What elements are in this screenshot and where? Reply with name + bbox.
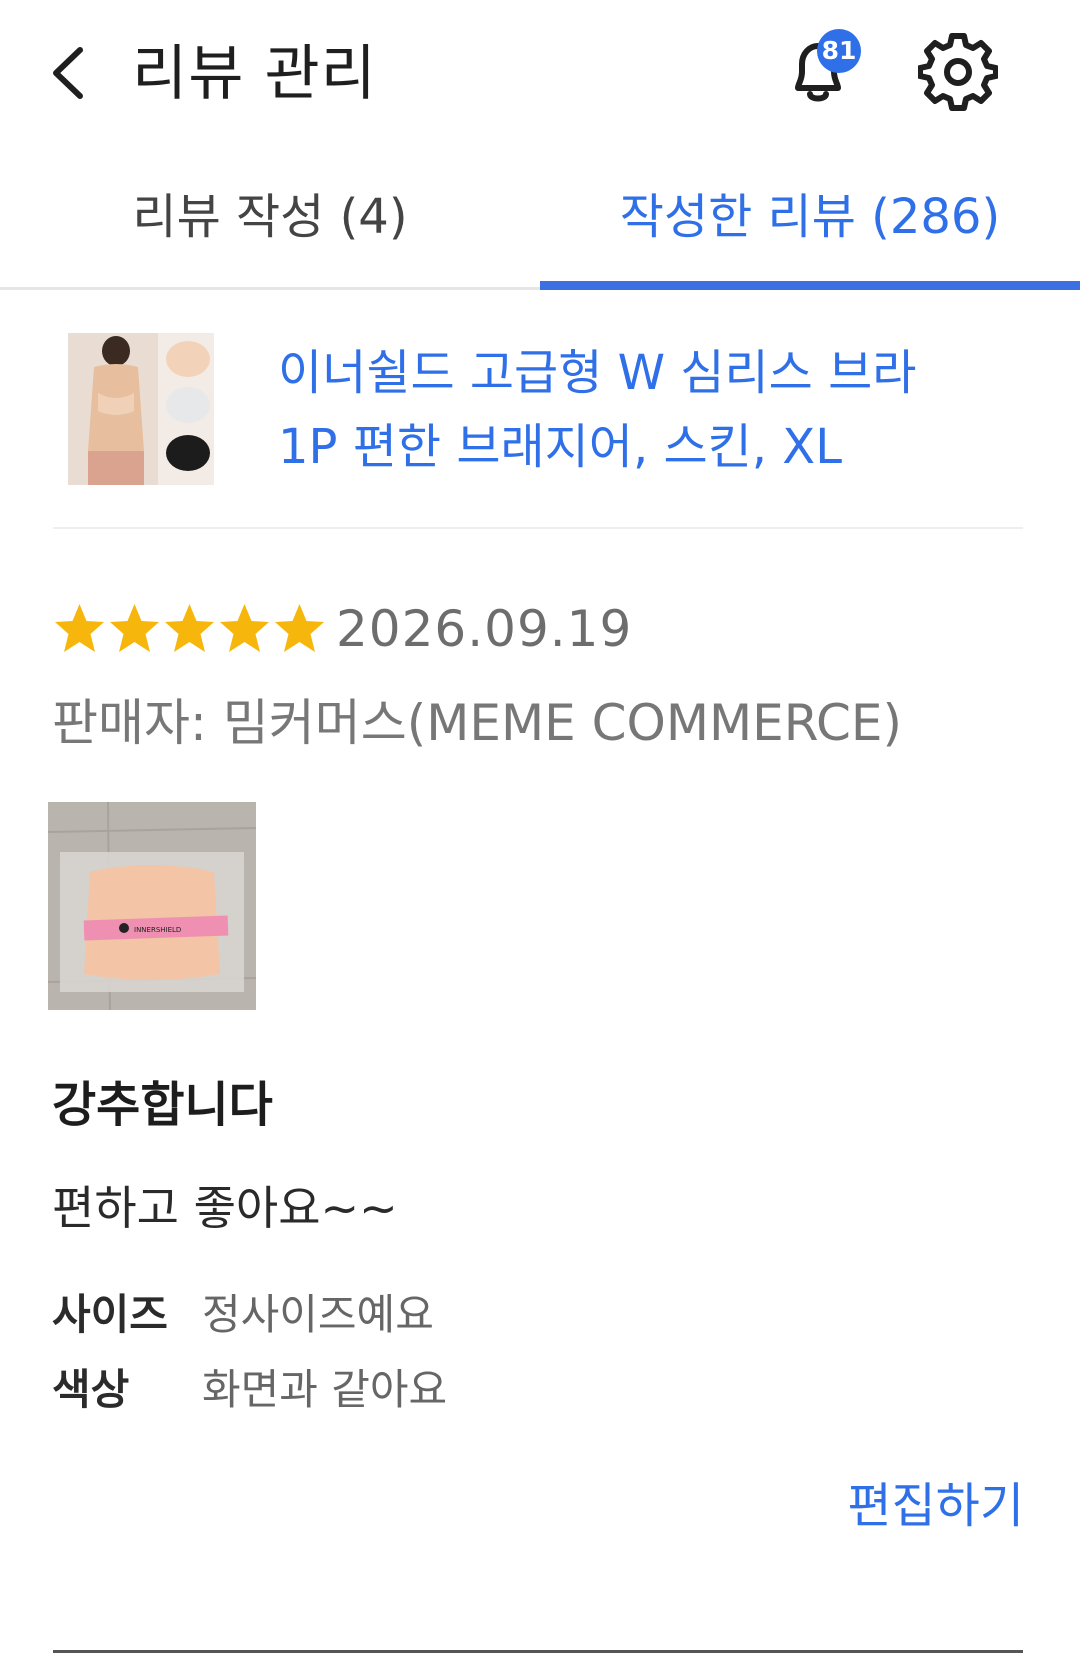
- active-tab-indicator: [540, 281, 1080, 290]
- app-header: 리뷰 관리 81: [0, 0, 1080, 150]
- star-icon: [110, 604, 159, 652]
- attribute-value: 화면과 같아요: [202, 1365, 448, 1414]
- product-name-line1: 이너쉴드 고급형 W 심리스 브라: [278, 345, 917, 401]
- seller-name: 판매자: 밈커머스(MEME COMMERCE): [52, 694, 903, 752]
- chevron-left-icon: [53, 47, 83, 99]
- review-photo-image: INNERSHIELD: [47, 801, 257, 1011]
- product-name-link[interactable]: 이너쉴드 고급형 W 심리스 브라 1P 편한 브래지어, 스킨, XL: [278, 336, 1008, 484]
- review-body: 편하고 좋아요~~: [52, 1181, 398, 1235]
- product-name-line2: 1P 편한 브래지어, 스킨, XL: [278, 419, 842, 475]
- product-image: [68, 333, 214, 485]
- rating-stars: [52, 601, 327, 657]
- product-thumbnail[interactable]: [68, 333, 214, 485]
- review-date: 2026.09.19: [336, 600, 633, 658]
- star-icon: [165, 604, 214, 652]
- tab-written-reviews[interactable]: 작성한 리뷰 (286): [540, 170, 1080, 287]
- star-icon: [55, 604, 104, 652]
- attribute-value: 정사이즈예요: [202, 1290, 434, 1339]
- notification-count-badge: 81: [817, 29, 861, 73]
- back-button[interactable]: [42, 38, 102, 108]
- edit-review-button[interactable]: 편집하기: [847, 1473, 1024, 1539]
- review-photo[interactable]: INNERSHIELD: [47, 801, 257, 1011]
- star-icon: [275, 604, 324, 652]
- attribute-row-color: 색상 화면과 같아요: [52, 1360, 447, 1420]
- settings-button[interactable]: [917, 32, 999, 112]
- page-title: 리뷰 관리: [132, 39, 377, 109]
- bottom-divider: [53, 1650, 1023, 1653]
- gear-icon: [917, 33, 999, 111]
- photo-brand-text: INNERSHIELD: [134, 926, 181, 934]
- divider: [53, 527, 1023, 529]
- star-icon: [220, 604, 269, 652]
- attribute-key: 색상: [52, 1365, 130, 1414]
- attribute-row-size: 사이즈 정사이즈예요: [52, 1285, 434, 1345]
- review-tabs: 리뷰 작성 (4) 작성한 리뷰 (286): [0, 170, 1080, 290]
- review-headline: 강추합니다: [52, 1077, 273, 1133]
- tab-write-review[interactable]: 리뷰 작성 (4): [0, 170, 540, 287]
- attribute-key: 사이즈: [52, 1290, 168, 1339]
